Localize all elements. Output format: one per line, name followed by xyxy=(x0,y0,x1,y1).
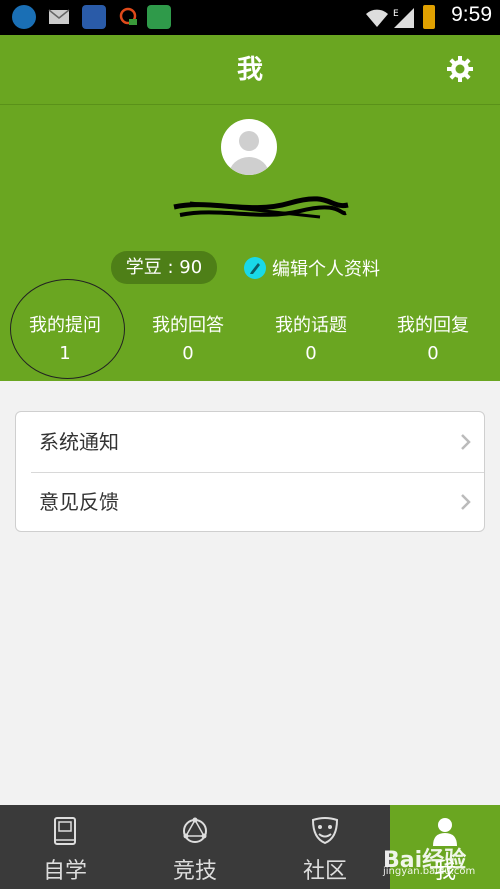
support-icon xyxy=(116,5,140,29)
tab-competition[interactable]: 竞技 xyxy=(130,805,260,889)
edit-profile-label: 编辑个人资料 xyxy=(272,259,380,280)
wifi-icon xyxy=(364,6,390,28)
avatar[interactable] xyxy=(221,119,277,175)
menu-item-system-notice[interactable]: 系统通知 xyxy=(16,412,484,472)
watermark-url: jingyan.baidu.com xyxy=(383,866,476,877)
status-bar: E 9:59 xyxy=(0,0,500,35)
bean-badge: 学豆 : 90 xyxy=(111,251,217,284)
app-store-icon xyxy=(147,5,171,29)
stat-my-replies[interactable]: 我的回复 0 xyxy=(372,313,494,369)
tab-label: 竞技 xyxy=(172,859,217,884)
stat-my-answers[interactable]: 我的回答 0 xyxy=(127,313,249,369)
tab-label: 自学 xyxy=(42,859,87,884)
masks-icon xyxy=(310,816,340,846)
menu-item-label: 系统通知 xyxy=(39,430,119,454)
svg-text:E: E xyxy=(393,9,399,19)
stat-value: 0 xyxy=(305,343,317,364)
menu-item-feedback[interactable]: 意见反馈 xyxy=(16,472,484,532)
edit-profile-link[interactable]: 编辑个人资料 xyxy=(244,254,380,282)
battery-icon xyxy=(423,5,435,29)
gear-icon[interactable] xyxy=(446,55,474,83)
stat-value: 0 xyxy=(182,343,194,364)
network-icon xyxy=(180,816,210,846)
chevron-right-icon xyxy=(460,494,472,510)
stat-label: 我的回答 xyxy=(152,315,224,336)
stat-my-topics[interactable]: 我的话题 0 xyxy=(250,313,372,369)
globe-app-icon xyxy=(12,5,36,29)
page-title: 我 xyxy=(236,55,263,85)
clock: 9:59 xyxy=(451,3,492,26)
menu-item-label: 意见反馈 xyxy=(39,490,119,514)
pencil-icon xyxy=(244,257,266,279)
profile-header: 我 学豆: 90 编辑个人资料 我的提问 1 我的回答 0 我的话题 0 我的… xyxy=(0,35,500,381)
book-icon xyxy=(50,816,80,846)
tab-self-study[interactable]: 自学 xyxy=(0,805,130,889)
mail-icon xyxy=(47,5,71,29)
menu-card: 系统通知 意见反馈 xyxy=(15,411,485,532)
signal-icon: E xyxy=(392,6,416,28)
tab-community[interactable]: 社区 xyxy=(260,805,390,889)
stat-label: 我的话题 xyxy=(275,315,347,336)
stat-value: 0 xyxy=(427,343,439,364)
chevron-right-icon xyxy=(460,434,472,450)
title-bar: 我 xyxy=(0,35,500,105)
tab-label: 社区 xyxy=(302,859,347,884)
highlight-circle-annotation xyxy=(10,279,125,379)
username-scribble xyxy=(170,195,350,225)
stat-label: 我的回复 xyxy=(397,315,469,336)
bluetooth-app-icon xyxy=(82,5,106,29)
